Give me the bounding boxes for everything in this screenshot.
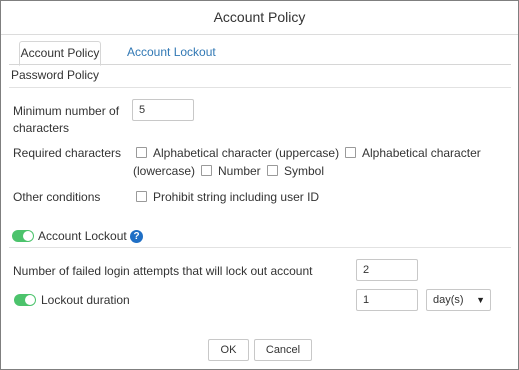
- duration-unit-value: day(s): [433, 294, 464, 306]
- tab-account-lockout[interactable]: Account Lockout: [127, 41, 216, 64]
- lockout-duration-toggle[interactable]: [14, 294, 36, 306]
- tab-divider: [9, 64, 511, 65]
- lowercase-label-part1: Alphabetical character: [362, 146, 481, 160]
- lowercase-checkbox[interactable]: [345, 147, 356, 158]
- other-conditions-label: Other conditions: [13, 190, 101, 204]
- account-lockout-label: Account Lockout: [38, 229, 127, 243]
- account-lockout-divider: [9, 247, 511, 248]
- uppercase-checkbox[interactable]: [136, 147, 147, 158]
- toggle-knob: [23, 231, 33, 241]
- toggle-knob: [25, 295, 35, 305]
- duration-unit-select[interactable]: day(s) ▼: [426, 289, 491, 311]
- password-policy-divider: [9, 87, 511, 88]
- tab-account-policy[interactable]: Account Policy: [19, 41, 101, 66]
- uppercase-label: Alphabetical character (uppercase): [153, 146, 340, 160]
- account-policy-dialog: Account Policy Account Policy Account Lo…: [0, 0, 519, 370]
- required-chars-label: Required characters: [13, 146, 122, 160]
- lockout-duration-label: Lockout duration: [41, 293, 130, 307]
- failed-attempts-label: Number of failed login attempts that wil…: [13, 264, 313, 278]
- dialog-title: Account Policy: [213, 9, 306, 25]
- min-chars-label-line1: Minimum number of: [13, 104, 120, 118]
- caret-down-icon: ▼: [476, 295, 485, 305]
- cancel-button[interactable]: Cancel: [254, 339, 312, 361]
- lockout-duration-input[interactable]: 1: [356, 289, 418, 311]
- question-circle-icon[interactable]: ?: [130, 230, 143, 243]
- number-label: Number: [218, 164, 261, 178]
- prohibit-userid-label: Prohibit string including user ID: [153, 190, 320, 204]
- min-chars-input[interactable]: 5: [132, 99, 194, 121]
- symbol-checkbox[interactable]: [267, 165, 278, 176]
- failed-attempts-input[interactable]: 2: [356, 259, 418, 281]
- account-lockout-toggle[interactable]: [12, 230, 34, 242]
- password-policy-heading: Password Policy: [11, 68, 100, 82]
- dialog-titlebar: Account Policy: [1, 1, 518, 35]
- lowercase-label-part2: (lowercase): [133, 164, 196, 178]
- ok-button[interactable]: OK: [208, 339, 249, 361]
- number-checkbox[interactable]: [201, 165, 212, 176]
- min-chars-label-line2: characters: [13, 121, 70, 135]
- prohibit-userid-checkbox[interactable]: [136, 191, 147, 202]
- symbol-label: Symbol: [284, 164, 325, 178]
